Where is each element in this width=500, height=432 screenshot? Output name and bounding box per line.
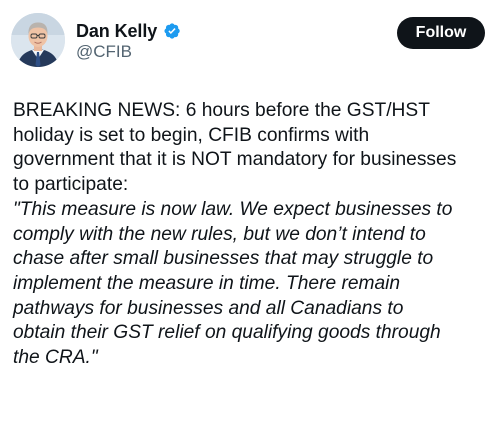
follow-button[interactable]: Follow	[397, 17, 485, 49]
author-handle[interactable]: @CFIB	[76, 42, 132, 62]
tweet-body: BREAKING NEWS: 6 hours before the GST/HS…	[13, 100, 457, 196]
verified-badge-icon	[163, 22, 181, 40]
tweet-quote: "This measure is now law. We expect busi…	[13, 198, 453, 369]
avatar[interactable]	[11, 13, 65, 67]
tweet-text: BREAKING NEWS: 6 hours before the GST/HS…	[13, 99, 495, 371]
author-display-name[interactable]: Dan Kelly	[76, 21, 157, 42]
profile-photo-image	[11, 13, 65, 67]
tweet-card: Dan Kelly @CFIB Follow BREAKING NEWS: 6 …	[0, 0, 500, 432]
author-name-row: Dan Kelly	[76, 19, 181, 43]
